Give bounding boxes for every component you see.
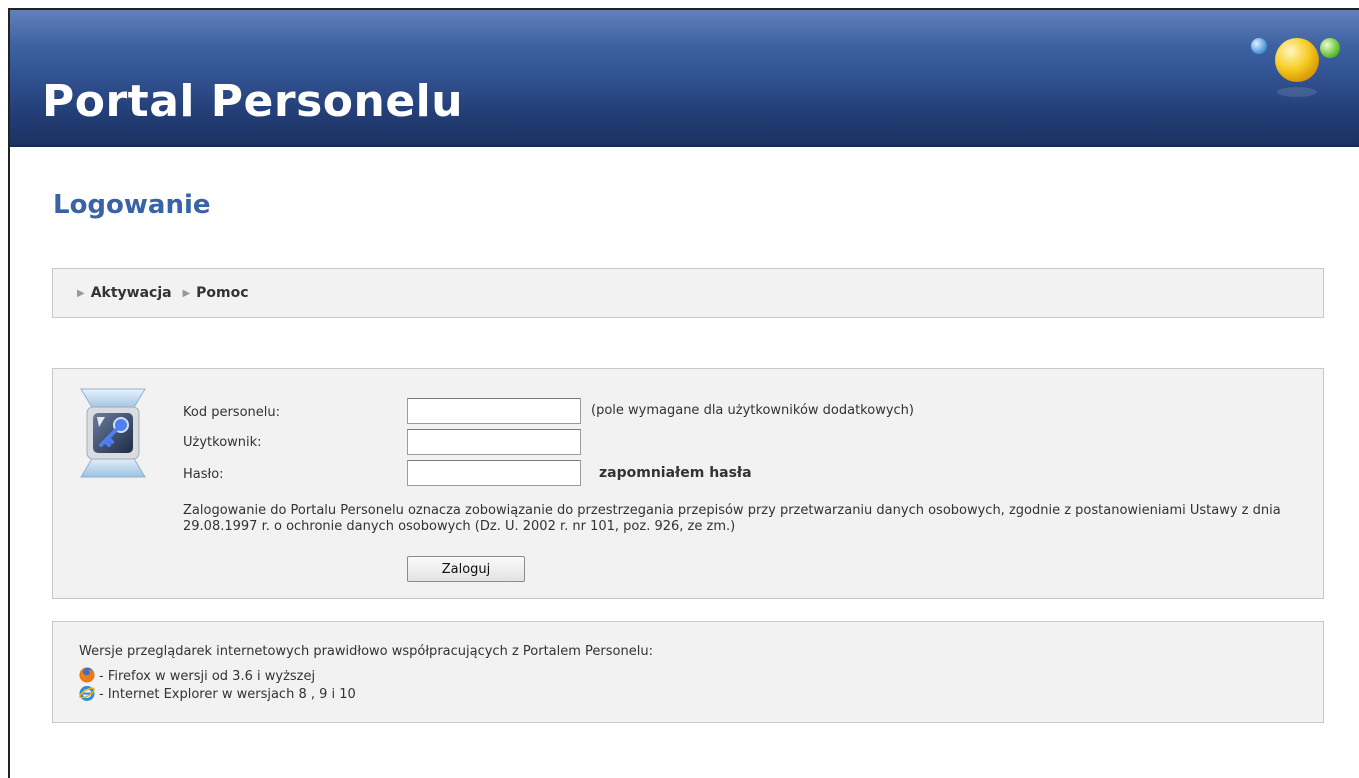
nav-link-help[interactable]: Pomoc [196,285,248,301]
internet-explorer-icon [79,686,95,701]
browser-item-ie: - Internet Explorer w wersjach 8 , 9 i 1… [79,685,356,703]
username-label: Użytkownik: [183,435,262,450]
forgot-password-link[interactable]: zapomniałem hasła [599,465,752,481]
header-banner: Portal Personelu [10,10,1359,147]
login-button[interactable]: Zaloguj [407,556,525,582]
nav-link-activation[interactable]: Aktywacja [91,285,172,301]
app-title: Portal Personelu [42,76,464,127]
login-panel: Kod personelu: (pole wymagane dla użytko… [52,368,1324,599]
logo-bubbles-icon [1251,38,1340,97]
staff-code-input[interactable] [407,398,581,424]
nav-links: ▶ Aktywacja ▶ Pomoc [77,285,255,301]
arrow-right-icon: ▶ [182,288,191,299]
firefox-icon [79,667,95,683]
username-input[interactable] [407,429,581,455]
staff-code-hint: (pole wymagane dla użytkowników dodatkow… [591,403,914,418]
privacy-notice: Zalogowanie do Portalu Personelu oznacza… [183,503,1281,534]
browsers-intro: Wersje przeglądarek internetowych prawid… [79,644,653,659]
password-input[interactable] [407,460,581,486]
arrow-right-icon: ▶ [77,288,85,299]
nav-panel: ▶ Aktywacja ▶ Pomoc [52,268,1324,318]
browsers-panel: Wersje przeglądarek internetowych prawid… [52,621,1324,723]
browser-ie-text: - Internet Explorer w wersjach 8 , 9 i 1… [99,687,356,702]
password-label: Hasło: [183,467,224,482]
browser-firefox-text: - Firefox w wersji od 3.6 i wyższej [99,669,316,684]
staff-code-label: Kod personelu: [183,405,281,420]
browser-item-firefox: - Firefox w wersji od 3.6 i wyższej [79,667,315,685]
login-key-icon [80,388,146,478]
page-title: Logowanie [53,190,211,220]
